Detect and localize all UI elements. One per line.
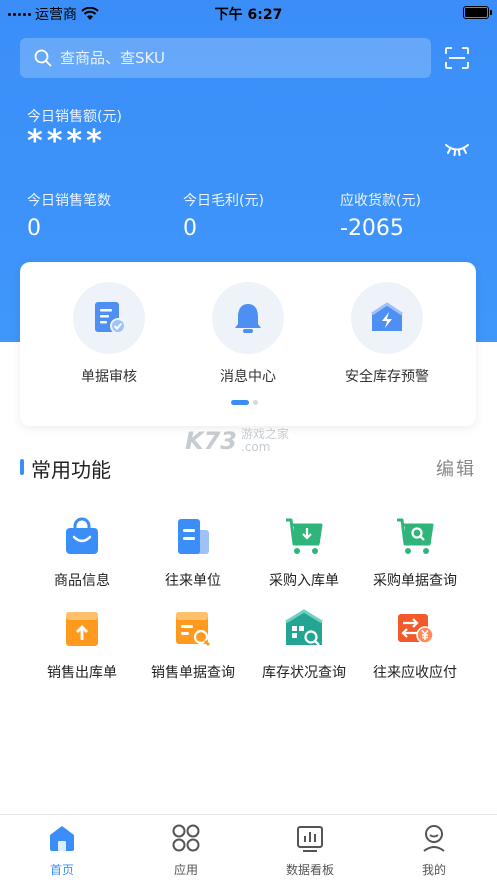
nav-label: 数据看板 [285, 863, 334, 877]
edit-button[interactable]: 编辑 [436, 455, 476, 481]
nav-apps[interactable]: 应用 [124, 823, 248, 878]
fn-label: 往来单位 [165, 573, 221, 589]
box-outbound-icon [66, 612, 98, 646]
warehouse-search-icon [285, 609, 323, 646]
building-icon [178, 519, 209, 554]
stat-sales-count: 今日销售笔数 0 [27, 190, 111, 241]
cart-inbound-icon [286, 518, 323, 554]
quick-actions-card: 单据审核 消息中心 安全库存预警 [20, 262, 476, 426]
stat-label: 应收货款(元) [340, 193, 421, 209]
nav-label: 我的 [421, 863, 446, 877]
nav-dashboard[interactable]: 数据看板 [248, 823, 372, 878]
site-watermark: K73 游戏之家 .com [185, 425, 315, 457]
quick-action-label: 单据审核 [81, 369, 137, 385]
stat-value: 0 [27, 216, 41, 241]
profile-icon [423, 825, 445, 852]
scan-icon[interactable] [444, 46, 470, 70]
nav-label: 应用 [173, 863, 198, 877]
dashboard-icon [297, 826, 323, 852]
fn-label: 往来应收应付 [373, 665, 457, 681]
status-bar: 运营商 下午 6:27 [0, 0, 497, 26]
quick-action-safety-stock[interactable]: 安全库存预警 [317, 282, 457, 386]
fn-sales-outbound[interactable]: 销售出库单 [20, 608, 144, 682]
fn-label: 采购单据查询 [373, 573, 457, 589]
search-icon [34, 49, 52, 67]
bell-icon [235, 304, 261, 333]
exchange-yuan-icon [398, 614, 434, 644]
fn-purchase-inbound[interactable]: 采购入库单 [242, 516, 366, 590]
fn-label: 采购入库单 [269, 573, 339, 589]
stat-value: 0 [183, 216, 197, 241]
quick-action-label: 安全库存预警 [345, 369, 429, 385]
bottom-navigation: 首页 应用 数据看板 我的 [0, 814, 497, 883]
status-time: 下午 6:27 [214, 7, 283, 23]
fn-purchase-query[interactable]: 采购单据查询 [353, 516, 477, 590]
section-accent-bar [20, 459, 24, 475]
carousel-dot-active [231, 400, 249, 405]
nav-label: 首页 [49, 863, 74, 877]
fn-partner-units[interactable]: 往来单位 [131, 516, 255, 590]
document-check-icon [95, 302, 126, 334]
fn-label: 商品信息 [54, 573, 110, 589]
sales-search-icon [176, 612, 211, 647]
fn-inventory-query[interactable]: 库存状况查询 [242, 608, 366, 682]
search-input[interactable] [60, 49, 420, 67]
search-bar[interactable] [20, 38, 431, 78]
warehouse-alert-icon [371, 302, 403, 331]
battery-icon [463, 6, 492, 19]
fn-label: 库存状况查询 [262, 665, 346, 681]
cart-search-icon [397, 518, 434, 554]
carousel-dot [253, 400, 258, 405]
stat-value: -2065 [340, 216, 404, 241]
carousel-indicator [231, 400, 258, 405]
nav-profile[interactable]: 我的 [372, 823, 496, 878]
quick-action-label: 消息中心 [220, 369, 276, 385]
stat-label: 今日毛利(元) [183, 193, 264, 209]
home-icon [50, 826, 74, 851]
fn-product-info[interactable]: 商品信息 [20, 516, 144, 590]
fn-label: 销售单据查询 [151, 665, 235, 681]
section-title: 常用功能 [31, 458, 111, 482]
eye-closed-icon[interactable] [444, 142, 470, 156]
shopping-bag-icon [66, 517, 98, 554]
watermark-logo: K73 [185, 427, 237, 455]
stat-label: 今日销售笔数 [27, 193, 111, 209]
apps-icon [172, 824, 200, 852]
stat-gross-profit: 今日毛利(元) 0 [183, 190, 264, 241]
quick-action-message-center[interactable]: 消息中心 [178, 282, 318, 386]
nav-home[interactable]: 首页 [0, 823, 124, 878]
stat-receivable: 应收货款(元) -2065 [340, 190, 421, 241]
fn-receivable-payable[interactable]: 往来应收应付 [353, 608, 477, 682]
quick-action-document-review[interactable]: 单据审核 [39, 282, 179, 386]
fn-label: 销售出库单 [47, 665, 117, 681]
sales-value: **** [27, 124, 106, 159]
watermark-domain: .com [241, 440, 271, 454]
sales-label: 今日销售额(元) [27, 109, 122, 125]
fn-sales-query[interactable]: 销售单据查询 [131, 608, 255, 682]
